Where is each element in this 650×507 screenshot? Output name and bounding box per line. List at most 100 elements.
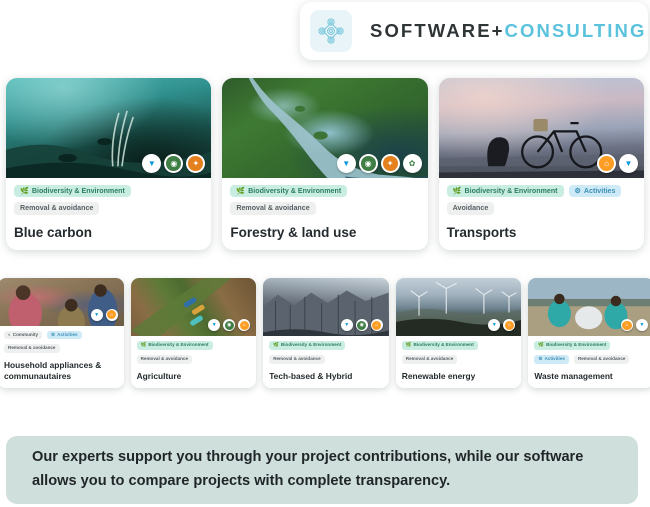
project-card-waste-management[interactable]: ⌂ ▼ 🌿 Biodiversity & Environment ⚙ Activ… [528, 278, 650, 388]
tag-activities[interactable]: ⚙ Activities [568, 185, 622, 198]
tag-list: 🌿 Biodiversity & Environment Removal & a… [136, 341, 251, 364]
project-card-forestry-land-use[interactable]: ▼ ◉ ✦ ✿ 🌿 Biodiversity & Environment Rem… [222, 78, 428, 250]
tag-removal-avoidance[interactable]: Removal & avoidance [14, 202, 100, 215]
sdg-14-life-below-water: ▼ [336, 154, 356, 174]
project-card-renewable-energy[interactable]: ▼ ⌂ 🌿 Biodiversity & Environment Removal… [395, 278, 522, 388]
sdg-17-partnerships: ✿ [402, 154, 422, 174]
tag-biodiversity[interactable]: 🌿 Biodiversity & Environment [401, 341, 478, 350]
featured-category-list: ▼ ◉ ✦ 🌿 Biodiversity & Environment Remov… [6, 78, 644, 250]
gear-icon: ⚙ [574, 186, 581, 195]
card-body: 🌿 Biodiversity & Environment ⚙ Activitie… [439, 178, 644, 250]
tag-removal-avoidance[interactable]: Removal & avoidance [136, 354, 193, 364]
project-card-blue-carbon[interactable]: ▼ ◉ ✦ 🌿 Biodiversity & Environment Remov… [6, 78, 212, 250]
tag-label: Removal & avoidance [577, 355, 626, 361]
bicycle-city-dusk-photo: ⌂ ▼ [438, 78, 644, 179]
tag-biodiversity[interactable]: 🌿 Biodiversity & Environment [269, 341, 346, 350]
sdg-badge-row: ⌂ ▼ [620, 319, 648, 332]
tag-biodiversity[interactable]: 🌿 Biodiversity & Environment [534, 341, 611, 350]
leaf-icon: 🌿 [405, 342, 412, 348]
sdg-badge-row: ▼ ◉ ✦ [142, 154, 206, 174]
tag-biodiversity[interactable]: 🌿 Biodiversity & Environment [446, 185, 564, 198]
tag-list: 🌿 Biodiversity & Environment Removal & a… [269, 341, 383, 364]
page-root: SOFTWARE+CONSULTING ▼ ◉ ✦ 🌿 Biodiversity… [0, 0, 650, 507]
village-community-photo: ▼ ⌂ [0, 278, 124, 326]
project-card-household-appliances[interactable]: ▼ ⌂ ◐ Community ⚙ Activities Removal & a… [0, 278, 124, 388]
tag-label: Avoidance [452, 203, 489, 212]
secondary-category-list: ▼ ⌂ ◐ Community ⚙ Activities Removal & a… [0, 278, 650, 388]
info-banner-text: Our experts support you through your pro… [32, 449, 584, 489]
tag-label: Biodiversity & Environment [31, 186, 125, 195]
beach-cleanup-photo: ⌂ ▼ [528, 278, 650, 337]
sdg-15-life-on-land: ✦ [380, 154, 400, 174]
card-body: 🌿 Biodiversity & Environment Removal & a… [6, 178, 211, 250]
sdg-14-life-below-water: ▼ [90, 308, 103, 321]
wind-turbines-photo: ▼ ⌂ [395, 278, 522, 337]
gear-icon: ⚙ [538, 355, 543, 361]
tag-label: Activities [57, 331, 78, 337]
tag-label: Biodiversity & Environment [413, 342, 474, 348]
tag-community[interactable]: ◐ Community [4, 330, 43, 340]
tag-label: Removal & avoidance [273, 355, 321, 361]
tag-removal-avoidance[interactable]: Removal & avoidance [4, 344, 60, 353]
tag-label: Biodiversity & Environment [280, 342, 342, 348]
tag-removal-avoidance[interactable]: Removal & avoidance [269, 354, 325, 364]
tag-label: Removal & avoidance [20, 203, 94, 212]
project-card-transports[interactable]: ⌂ ▼ 🌿 Biodiversity & Environment ⚙ Activ… [438, 78, 644, 250]
sdg-13-climate-action: ◉ [358, 154, 378, 174]
sdg-14-life-below-water: ▼ [340, 319, 353, 332]
tag-list: 🌿 Biodiversity & Environment Removal & a… [14, 185, 203, 215]
tag-activities[interactable]: ⚙ Activities [47, 330, 82, 340]
tag-list: ◐ Community ⚙ Activities Removal & avoid… [4, 330, 118, 353]
project-card-agriculture[interactable]: ▼ ◉ ⌂ 🌿 Biodiversity & Environment Remov… [130, 278, 257, 388]
sdg-11-sustainable-cities: ⌂ [370, 319, 383, 332]
leaf-icon: 🌿 [20, 186, 29, 195]
tag-biodiversity[interactable]: 🌿 Biodiversity & Environment [14, 185, 131, 198]
underwater-seagrass-photo: ▼ ◉ ✦ [6, 78, 212, 179]
brand-title-consulting: CONSULTING [504, 20, 647, 41]
gear-icon: ⚙ [51, 331, 56, 337]
tag-label: Removal & avoidance [8, 345, 56, 351]
tag-activities[interactable]: ⚙ Activities [534, 354, 569, 364]
leaf-icon: 🌿 [140, 342, 147, 348]
aerial-farm-field-photo: ▼ ◉ ⌂ [130, 278, 257, 337]
sdg-09-industry: ◉ [355, 319, 368, 332]
tag-label: Removal & avoidance [236, 203, 310, 212]
sdg-badge-row: ⌂ ▼ [596, 154, 638, 174]
leaf-icon: 🌿 [452, 186, 462, 195]
sdg-11-sustainable-cities: ⌂ [596, 154, 616, 174]
tag-avoidance[interactable]: Avoidance [446, 202, 495, 215]
leaf-icon: 🌿 [236, 186, 246, 195]
tag-label: Biodiversity & Environment [148, 342, 209, 348]
rock-cliff-photo: ▼ ◉ ⌂ [263, 278, 389, 337]
tag-label: Removal & avoidance [405, 355, 454, 361]
people-icon: ◐ [8, 331, 11, 337]
sdg-badge-row: ▼ ◉ ⌂ [208, 319, 251, 332]
sdg-11-sustainable-cities: ⌂ [238, 319, 251, 332]
card-title: Waste management [534, 370, 613, 381]
tag-removal-avoidance[interactable]: Removal & avoidance [401, 354, 458, 364]
brand-header-badge: SOFTWARE+CONSULTING [300, 2, 648, 60]
tag-label: Biodiversity & Environment [464, 186, 558, 195]
sdg-14-life-below-water: ▼ [142, 154, 162, 174]
sdg-14-life-below-water: ▼ [635, 319, 648, 332]
network-nodes-icon [310, 10, 352, 52]
tag-removal-avoidance[interactable]: Removal & avoidance [230, 202, 316, 215]
tag-label: Activities [544, 355, 565, 361]
card-body: 🌿 Biodiversity & Environment ⚙ Activitie… [528, 336, 650, 388]
sdg-11-sustainable-cities: ⌂ [105, 308, 118, 321]
tag-biodiversity[interactable]: 🌿 Biodiversity & Environment [136, 341, 213, 350]
tag-removal-avoidance[interactable]: Removal & avoidance [573, 354, 630, 364]
aerial-forest-river-photo: ▼ ◉ ✦ ✿ [222, 78, 428, 179]
tag-label: Removal & avoidance [140, 355, 189, 361]
leaf-icon: 🌿 [538, 342, 545, 348]
sdg-14-life-below-water: ▼ [208, 319, 221, 332]
tag-biodiversity[interactable]: 🌿 Biodiversity & Environment [230, 185, 348, 198]
leaf-icon: 🌿 [273, 342, 279, 348]
card-title: Blue carbon [14, 224, 93, 240]
sdg-11-sustainable-cities: ⌂ [503, 319, 516, 332]
sdg-badge-row: ▼ ⌂ [488, 319, 516, 332]
project-card-tech-based-hybrid[interactable]: ▼ ◉ ⌂ 🌿 Biodiversity & Environment Remov… [263, 278, 389, 388]
tag-label: Biodiversity & Environment [248, 186, 342, 195]
tag-label: Community [12, 331, 39, 337]
page-title: SOFTWARE+CONSULTING [370, 20, 646, 42]
